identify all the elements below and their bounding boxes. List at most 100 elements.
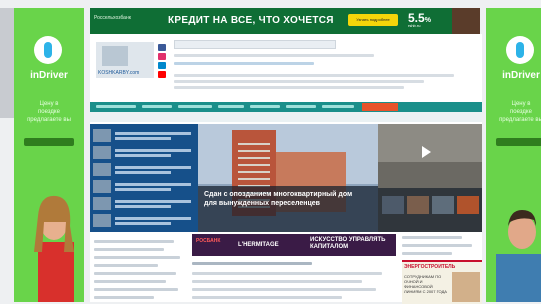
news-thumbnail: [93, 146, 111, 159]
video-thumb[interactable]: [407, 196, 429, 214]
news-headline: [115, 154, 171, 157]
rosbank-logo: РОСБАНК: [196, 238, 221, 244]
indriver-logo-icon: [34, 36, 62, 64]
facebook-icon[interactable]: [158, 44, 166, 51]
nav-item[interactable]: [250, 105, 280, 108]
right-ad-brand: inDriver: [502, 70, 540, 81]
header-link-row[interactable]: [174, 62, 314, 65]
news-item[interactable]: [93, 179, 195, 194]
news-headline: [115, 217, 191, 220]
text-line[interactable]: [94, 248, 164, 251]
text-line[interactable]: [94, 280, 166, 283]
nav-item[interactable]: [178, 105, 212, 108]
nav-highlight-button[interactable]: [362, 103, 398, 111]
text-line[interactable]: [94, 296, 154, 299]
instagram-icon[interactable]: [158, 53, 166, 60]
promo-title: ЭНЕРГОСТРОИТЕЛЬ: [404, 264, 456, 270]
logo-label: KOSHKARBY.com: [98, 70, 140, 76]
banner-title: КРЕДИТ НА ВСЕ, ЧТО ХОЧЕТСЯ: [168, 15, 334, 26]
section-heading: [192, 262, 312, 265]
telegram-icon[interactable]: [158, 62, 166, 69]
middle-column: [192, 260, 396, 302]
site-logo[interactable]: KOSHKARBY.com: [96, 42, 154, 78]
play-icon[interactable]: [422, 146, 431, 158]
news-headline: [115, 171, 171, 174]
hero-article[interactable]: Сдан с опозданием многоквартирный дом дл…: [198, 124, 378, 232]
text-line[interactable]: [192, 288, 376, 291]
main-nav: [90, 102, 482, 112]
text-line[interactable]: [402, 236, 462, 239]
video-thumb[interactable]: [432, 196, 454, 214]
news-thumbnail: [93, 163, 111, 176]
news-site: KOSHKARBY.com Сдан с опозданием многоква…: [90, 34, 482, 304]
right-side-ad[interactable]: inDriver Цену в поездке предлагаете вы: [486, 8, 541, 302]
left-edge-panel: [0, 8, 14, 118]
banner-photo: [452, 8, 480, 34]
logo-graphic: [102, 46, 128, 66]
right-ad-button[interactable]: [496, 138, 541, 146]
text-line[interactable]: [402, 252, 452, 255]
text-line[interactable]: [192, 272, 382, 275]
hero-caption[interactable]: Сдан с опозданием многоквартирный дом дл…: [204, 190, 354, 208]
nav-item[interactable]: [286, 105, 316, 108]
news-headline: [115, 222, 171, 225]
nav-item[interactable]: [322, 105, 354, 108]
top-banner-ad[interactable]: Россельхозбанк КРЕДИТ НА ВСЕ, ЧТО ХОЧЕТС…: [90, 8, 480, 34]
nav-item[interactable]: [218, 105, 244, 108]
text-line[interactable]: [94, 256, 180, 259]
left-column: [90, 236, 190, 302]
header-link-row[interactable]: [174, 54, 374, 57]
nav-item[interactable]: [96, 105, 136, 108]
left-ad-tagline: Цену в поездке предлагаете вы: [27, 101, 71, 123]
text-line[interactable]: [402, 244, 472, 247]
text-line[interactable]: [192, 280, 362, 283]
news-headline: [115, 137, 171, 140]
social-links: [158, 44, 166, 78]
nav-item[interactable]: [142, 105, 172, 108]
news-item[interactable]: [93, 128, 195, 143]
news-thumbnail: [93, 129, 111, 142]
news-item[interactable]: [93, 162, 195, 177]
news-headline: [115, 200, 191, 203]
promo-photo: [452, 272, 480, 302]
news-thumbnail: [93, 197, 111, 210]
news-item[interactable]: [93, 213, 195, 228]
banner-button[interactable]: Узнать подробнее: [348, 14, 398, 26]
news-headline: [115, 132, 191, 135]
text-line[interactable]: [192, 296, 342, 299]
news-thumbnail: [93, 180, 111, 193]
video-thumb[interactable]: [457, 196, 479, 214]
energostroitel-ad[interactable]: ЭНЕРГОСТРОИТЕЛЬ СОТРУДНИКАМ ПО ОЧНОЙ И Ф…: [402, 260, 482, 304]
text-line[interactable]: [94, 264, 158, 267]
news-headline: [115, 149, 191, 152]
rate-unit: %: [424, 17, 431, 24]
youtube-icon[interactable]: [158, 71, 166, 78]
text-line[interactable]: [94, 240, 174, 243]
header-text-row: [174, 74, 454, 77]
search-input[interactable]: [174, 40, 336, 49]
sub-nav: [90, 112, 482, 122]
bank-logo: Россельхозбанк: [94, 15, 131, 21]
header-text-row: [174, 86, 404, 89]
video-panel: [378, 124, 482, 232]
news-item[interactable]: [93, 145, 195, 160]
header-text-row: [174, 80, 424, 83]
left-side-ad[interactable]: inDriver Цену в поездке предлагаете вы: [14, 8, 84, 302]
rosbank-ad[interactable]: РОСБАНК L'HERMITAGE ИСКУССТВО УПРАВЛЯТЬ …: [192, 234, 396, 256]
news-headline: [115, 205, 171, 208]
promo-body: СОТРУДНИКАМ ПО ОЧНОЙ И ФИНАНСОВОЙ ЛИНИЯМ…: [404, 274, 447, 294]
left-ad-brand: inDriver: [30, 70, 68, 81]
news-item[interactable]: [93, 196, 195, 211]
left-ad-button[interactable]: [24, 138, 74, 146]
ad-slogan: ИСКУССТВО УПРАВЛЯТЬ КАПИТАЛОМ: [310, 237, 386, 250]
video-road: [378, 162, 482, 188]
woman-photo: [34, 195, 74, 302]
text-line[interactable]: [94, 272, 176, 275]
right-ad-tagline: Цену в поездке предлагаете вы: [499, 101, 541, 123]
video-thumb[interactable]: [382, 196, 404, 214]
banner-rate: 5.5% rshb.ru: [408, 11, 431, 28]
text-line[interactable]: [94, 288, 178, 291]
indriver-logo-icon: [506, 36, 534, 64]
hermitage-label: L'HERMITAGE: [238, 242, 279, 248]
news-headline: [115, 183, 191, 186]
